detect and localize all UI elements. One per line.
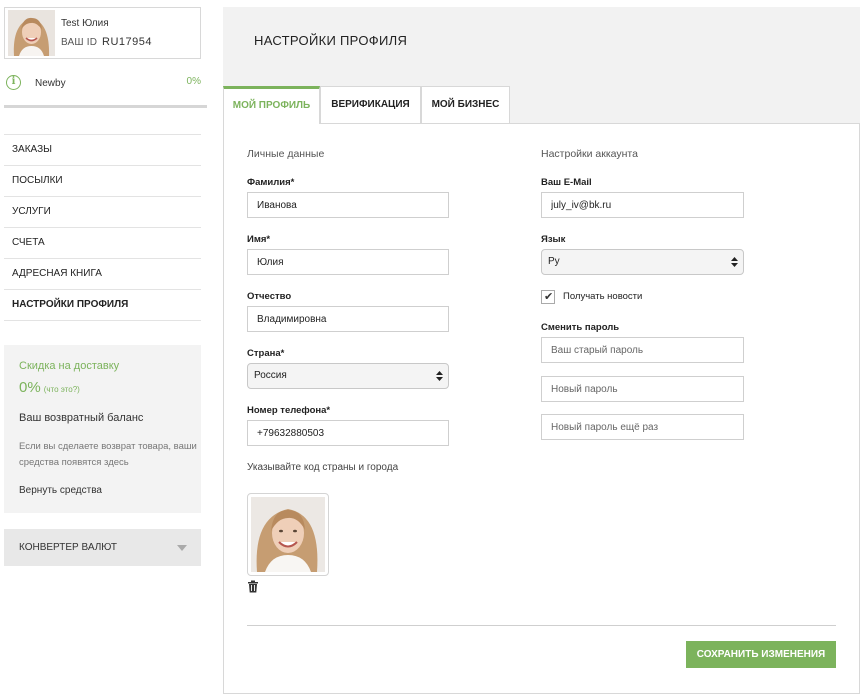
- page-header: НАСТРОЙКИ ПРОФИЛЯ: [223, 7, 860, 86]
- new-password-input[interactable]: [541, 376, 744, 402]
- country-select[interactable]: Россия: [247, 363, 449, 389]
- sidebar-item-services[interactable]: УСЛУГИ: [4, 197, 201, 228]
- name-label: Имя*: [247, 234, 271, 245]
- info-icon[interactable]: i: [6, 75, 21, 90]
- level-row: i Newby 0%: [4, 72, 207, 108]
- caret-down-icon: [177, 545, 187, 551]
- page-title: НАСТРОЙКИ ПРОФИЛЯ: [254, 33, 408, 48]
- email-label: Ваш E-Mail: [541, 177, 592, 188]
- tab-my-profile[interactable]: МОЙ ПРОФИЛЬ: [223, 86, 320, 124]
- save-changes-button[interactable]: СОХРАНИТЬ ИЗМЕНЕНИЯ: [686, 641, 836, 668]
- country-label: Страна*: [247, 348, 285, 359]
- sidebar-item-invoices[interactable]: СЧЕТА: [4, 228, 201, 259]
- language-select[interactable]: Ру: [541, 249, 744, 275]
- old-password-input[interactable]: [541, 337, 744, 363]
- newsletter-label: Получать новости: [563, 291, 643, 302]
- discount-value-row: 0% (что это?): [19, 379, 80, 396]
- phone-hint: Указывайте код страны и города: [247, 462, 399, 473]
- tab-my-business[interactable]: МОЙ БИЗНЕС: [421, 86, 510, 124]
- tab-verification[interactable]: ВЕРИФИКАЦИЯ: [320, 86, 421, 124]
- checkmark-icon: ✔: [544, 291, 554, 303]
- sidebar-item-parcels[interactable]: ПОСЫЛКИ: [4, 166, 201, 197]
- converter-label: КОНВЕРТЕР ВАЛЮТ: [19, 542, 117, 553]
- phone-input[interactable]: [247, 420, 449, 446]
- discount-title: Скидка на доставку: [19, 360, 120, 372]
- sidebar-item-address-book[interactable]: АДРЕСНАЯ КНИГА: [4, 259, 201, 290]
- patronymic-label: Отчество: [247, 291, 292, 302]
- discount-info-link[interactable]: (что это?): [44, 385, 80, 394]
- trash-icon[interactable]: [247, 580, 259, 593]
- profile-photo[interactable]: [247, 493, 329, 576]
- user-id: RU17954: [102, 36, 152, 48]
- form-divider: [247, 625, 836, 626]
- level-name: Newby: [35, 78, 66, 89]
- repeat-password-input[interactable]: [541, 414, 744, 440]
- balance-note: Если вы сделаете возврат товара, ваши ср…: [19, 441, 197, 468]
- user-name: Test Юлия: [61, 18, 109, 29]
- sidebar-item-orders[interactable]: ЗАКАЗЫ: [4, 135, 201, 166]
- sidebar-nav: ЗАКАЗЫ ПОСЫЛКИ УСЛУГИ СЧЕТА АДРЕСНАЯ КНИ…: [4, 134, 201, 321]
- refund-link[interactable]: Вернуть средства: [19, 485, 102, 496]
- surname-label: Фамилия*: [247, 177, 295, 188]
- level-percent: 0%: [186, 76, 201, 87]
- newsletter-checkbox[interactable]: ✔: [541, 290, 555, 304]
- select-arrows-icon: [731, 257, 738, 267]
- surname-input[interactable]: [247, 192, 449, 218]
- language-label: Язык: [541, 234, 566, 245]
- avatar[interactable]: [8, 10, 55, 56]
- select-arrows-icon: [436, 371, 443, 381]
- change-password-label: Сменить пароль: [541, 322, 620, 333]
- patronymic-input[interactable]: [247, 306, 449, 332]
- currency-converter-toggle[interactable]: КОНВЕРТЕР ВАЛЮТ: [4, 529, 201, 566]
- email-input[interactable]: [541, 192, 744, 218]
- sidebar-item-profile-settings[interactable]: НАСТРОЙКИ ПРОФИЛЯ: [4, 290, 201, 321]
- user-id-label: ВАШ ID: [61, 37, 98, 48]
- language-value: Ру: [548, 256, 560, 267]
- country-value: Россия: [254, 370, 287, 381]
- name-input[interactable]: [247, 249, 449, 275]
- account-section-title: Настройки аккаунта: [541, 148, 638, 160]
- discount-value: 0%: [19, 379, 41, 396]
- personal-section-title: Личные данные: [247, 148, 325, 160]
- balance-title: Ваш возвратный баланс: [19, 412, 144, 424]
- discount-panel: Скидка на доставку 0% (что это?) Ваш возв…: [4, 345, 201, 513]
- user-card: Test Юлия ВАШ ID RU17954: [4, 7, 201, 59]
- phone-label: Номер телефона*: [247, 405, 331, 416]
